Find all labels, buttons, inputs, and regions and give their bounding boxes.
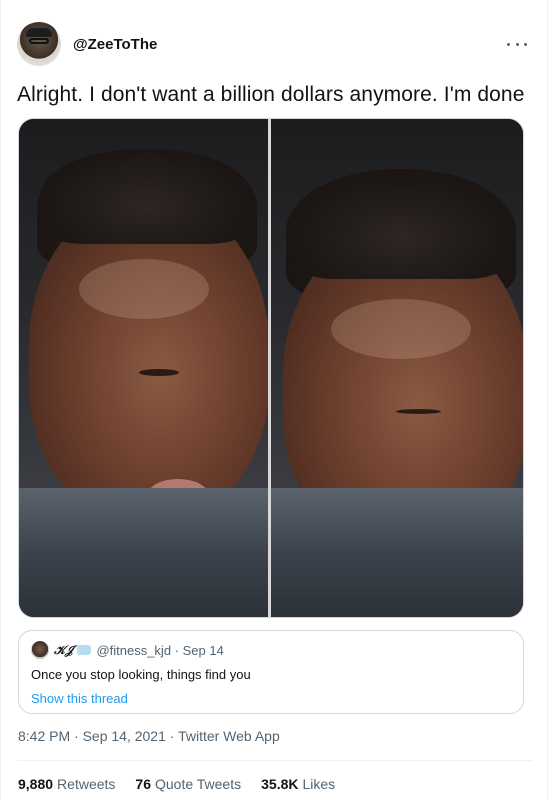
quoted-display-name: 𝒦𝒥 xyxy=(54,642,74,657)
quoted-avatar xyxy=(31,641,49,659)
user-handle[interactable]: @ZeeToThe xyxy=(73,36,157,53)
media-panel-left xyxy=(19,119,271,617)
quote-tweets-label: Quote Tweets xyxy=(154,776,242,792)
tweet-timestamp[interactable]: 8:42 PM · Sep 14, 2021 · Twitter Web App xyxy=(18,728,280,744)
show-thread-link[interactable]: Show this thread xyxy=(31,691,511,706)
tweet-text: Alright. I don't want a billion dollars … xyxy=(17,83,525,106)
quoted-tweet-header: 𝒦𝒥 @fitness_kjd · Sep 14 xyxy=(31,641,511,659)
quote-tweets-stat[interactable]: 76 Quote Tweets xyxy=(135,776,241,792)
likes-label: Likes xyxy=(302,776,336,792)
cloud-emoji-icon xyxy=(77,645,92,655)
tweet-media[interactable] xyxy=(18,118,524,618)
quoted-tweet-text: Once you stop looking, things find you xyxy=(31,667,251,682)
avatar-glasses xyxy=(29,38,49,44)
retweets-count: 9,880 xyxy=(18,776,54,792)
tweet-header: @ZeeToThe xyxy=(17,20,533,68)
avatar-cap xyxy=(26,28,52,37)
media-panel-right xyxy=(271,119,523,617)
retweets-label: Retweets xyxy=(57,776,116,792)
quote-tweets-count: 76 xyxy=(135,776,151,792)
likes-stat[interactable]: 35.8K Likes xyxy=(261,776,335,792)
divider xyxy=(18,760,532,761)
quoted-tweet[interactable]: 𝒦𝒥 @fitness_kjd · Sep 14 Once you stop l… xyxy=(18,630,524,714)
tweet-stats: 9,880 Retweets 76 Quote Tweets 35.8K Likes xyxy=(18,776,355,792)
more-horizontal-icon[interactable] xyxy=(507,34,527,54)
tweet-card: @ZeeToThe Alright. I don't want a billio… xyxy=(0,0,548,800)
retweets-stat[interactable]: 9,880 Retweets xyxy=(18,776,115,792)
quoted-handle-date: @fitness_kjd · Sep 14 xyxy=(96,642,224,658)
avatar[interactable] xyxy=(17,22,61,66)
likes-count: 35.8K xyxy=(261,776,299,792)
